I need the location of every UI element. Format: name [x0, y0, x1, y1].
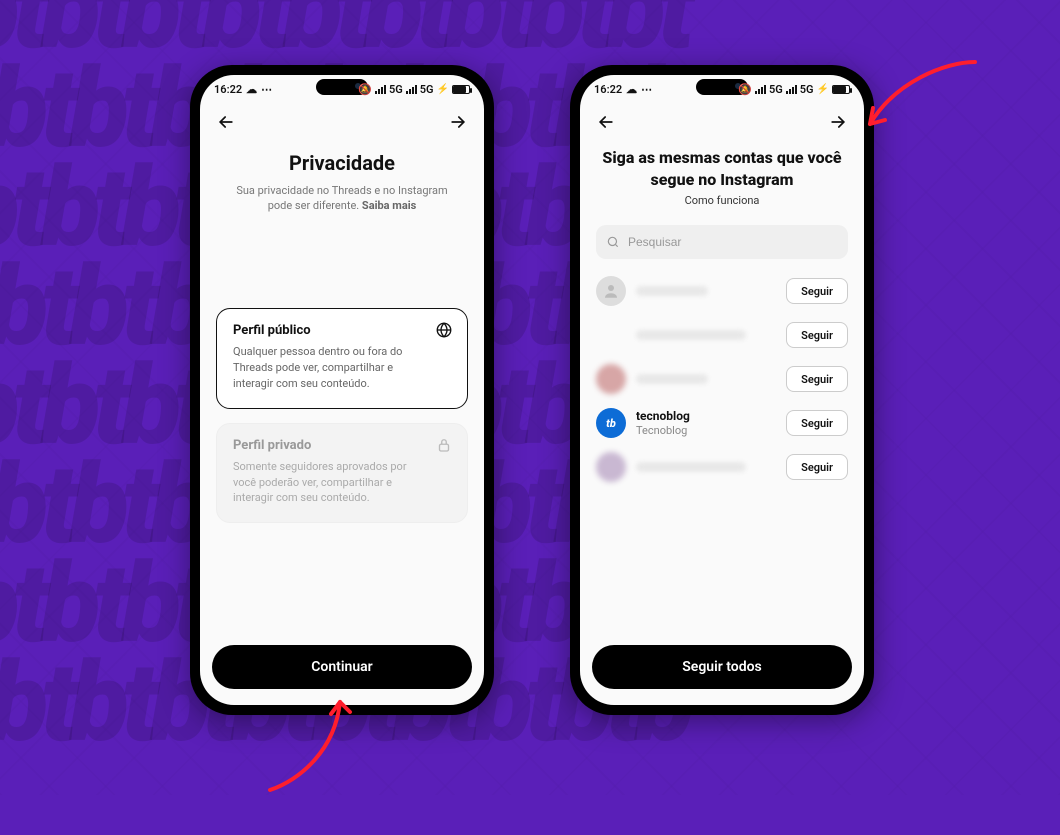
how-it-works-link[interactable]: Como funciona	[596, 194, 848, 207]
battery-icon	[452, 85, 470, 94]
status-time: 16:22	[594, 83, 622, 96]
option-description: Qualquer pessoa dentro ou fora do Thread…	[233, 344, 451, 392]
mute-icon: 🔕	[738, 83, 752, 96]
network-label-1: 5G	[389, 83, 403, 96]
signal-bars-icon	[755, 85, 766, 94]
status-bar: 16:22 ☁ ⋯ 🔕 5G 5G ⚡	[580, 75, 864, 103]
option-description: Somente seguidores aprovados por você po…	[233, 459, 451, 507]
arrow-right-icon	[828, 112, 848, 132]
list-item-tecnoblog: tb tecnoblog Tecnoblog Seguir	[596, 401, 848, 445]
forward-button[interactable]	[824, 108, 852, 136]
cloud-icon: ☁	[626, 83, 637, 96]
phone-mockup-privacy: 16:22 ☁ ⋯ 🔕 5G 5G ⚡	[190, 65, 494, 715]
search-icon	[606, 235, 620, 249]
cloud-icon: ☁	[246, 83, 257, 96]
page-title: Siga as mesmas contas que você segue no …	[602, 147, 842, 190]
network-label-2: 5G	[420, 83, 434, 96]
list-item: Seguir	[596, 445, 848, 489]
avatar	[596, 276, 626, 306]
search-input[interactable]	[628, 235, 838, 249]
avatar	[596, 364, 626, 394]
blurred-username	[636, 286, 708, 296]
battery-icon	[832, 85, 850, 94]
signal-bars-icon	[375, 85, 386, 94]
list-item: Seguir	[596, 313, 848, 357]
blurred-username	[636, 330, 746, 340]
wifi-icon: ⚡	[817, 84, 829, 95]
account-display-name: Tecnoblog	[636, 424, 776, 437]
back-button[interactable]	[212, 108, 240, 136]
annotation-arrow-forward	[855, 52, 1005, 162]
mute-icon: 🔕	[358, 83, 372, 96]
list-item: Seguir	[596, 269, 848, 313]
more-icon: ⋯	[641, 83, 652, 96]
globe-icon	[435, 321, 453, 343]
phone-mockup-follow: 16:22 ☁ ⋯ 🔕 5G 5G ⚡	[570, 65, 874, 715]
forward-button[interactable]	[444, 108, 472, 136]
back-button[interactable]	[592, 108, 620, 136]
blurred-username	[636, 374, 708, 384]
follow-button[interactable]: Seguir	[786, 366, 848, 392]
list-item: Seguir	[596, 357, 848, 401]
lock-icon	[435, 436, 453, 458]
follow-button[interactable]: Seguir	[786, 278, 848, 304]
person-icon	[602, 282, 620, 300]
arrow-left-icon	[216, 112, 236, 132]
signal-bars-icon-2	[786, 85, 797, 94]
network-label-2: 5G	[800, 83, 814, 96]
follow-all-button[interactable]: Seguir todos	[592, 645, 852, 689]
accounts-list: Seguir Seguir Seguir tb	[596, 269, 848, 489]
follow-button[interactable]: Seguir	[786, 322, 848, 348]
status-bar: 16:22 ☁ ⋯ 🔕 5G 5G ⚡	[200, 75, 484, 103]
status-time: 16:22	[214, 83, 242, 96]
privacy-option-public[interactable]: Perfil público Qualquer pessoa dentro ou…	[216, 308, 468, 409]
arrow-left-icon	[596, 112, 616, 132]
signal-bars-icon-2	[406, 85, 417, 94]
blurred-username	[636, 462, 746, 472]
nav-bar	[200, 103, 484, 141]
search-field[interactable]	[596, 225, 848, 259]
option-title: Perfil público	[233, 323, 451, 338]
option-title: Perfil privado	[233, 438, 451, 453]
avatar-tecnoblog: tb	[596, 408, 626, 438]
follow-button[interactable]: Seguir	[786, 410, 848, 436]
privacy-option-private[interactable]: Perfil privado Somente seguidores aprova…	[216, 423, 468, 524]
page-subtitle: Sua privacidade no Threads e no Instagra…	[232, 183, 452, 214]
account-username: tecnoblog	[636, 409, 776, 423]
continue-button[interactable]: Continuar	[212, 645, 472, 689]
page-title: Privacidade	[216, 151, 468, 175]
wifi-icon: ⚡	[437, 84, 449, 95]
learn-more-link[interactable]: Saiba mais	[362, 199, 416, 212]
nav-bar	[580, 103, 864, 141]
network-label-1: 5G	[769, 83, 783, 96]
follow-button[interactable]: Seguir	[786, 454, 848, 480]
arrow-right-icon	[448, 112, 468, 132]
more-icon: ⋯	[261, 83, 272, 96]
avatar	[596, 452, 626, 482]
